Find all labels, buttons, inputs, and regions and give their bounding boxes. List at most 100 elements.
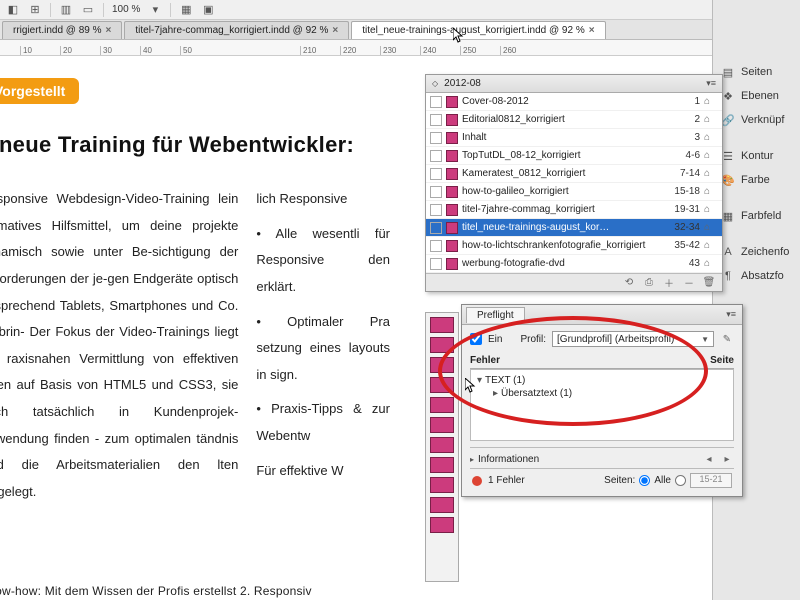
- book-file-row[interactable]: Inhalt3⌂: [426, 129, 722, 147]
- page-thumb[interactable]: [430, 357, 454, 373]
- document-viewport[interactable]: Vorgestellt s neue Training für Webentwi…: [0, 56, 410, 600]
- row-checkbox[interactable]: [430, 96, 442, 108]
- row-checkbox[interactable]: [430, 204, 442, 216]
- print-icon[interactable]: ⎙: [642, 276, 656, 290]
- document-tab[interactable]: rrigiert.indd @ 89 % ×: [2, 21, 122, 39]
- dock-item-character[interactable]: AZeichenfo: [713, 240, 800, 264]
- book-file-list[interactable]: Cover-08-20121⌂Editorial0812_korrigiert2…: [426, 93, 722, 273]
- page-thumb[interactable]: [430, 317, 454, 333]
- error-tree[interactable]: ▾TEXT (1) ▸Übersatztext (1): [470, 369, 734, 441]
- file-name: how-to-lichtschrankenfotografie_korrigie…: [462, 240, 660, 251]
- document-tab[interactable]: titel-7jahre-commag_korrigiert.indd @ 92…: [124, 21, 349, 39]
- dock-item-color[interactable]: 🎨Farbe: [713, 168, 800, 192]
- indesign-file-icon: [446, 132, 458, 144]
- page-thumb[interactable]: [430, 377, 454, 393]
- row-checkbox[interactable]: [430, 168, 442, 180]
- dock-item-pages[interactable]: ▤Seiten: [713, 60, 800, 84]
- indesign-file-icon: [446, 186, 458, 198]
- sync-status-icon: ⌂: [704, 150, 718, 161]
- zoom-value[interactable]: 100 %: [112, 4, 140, 15]
- pages-range-input[interactable]: 15-21: [690, 473, 732, 488]
- page-thumb[interactable]: [430, 457, 454, 473]
- prev-error-icon[interactable]: ◂: [702, 452, 716, 466]
- remove-icon[interactable]: －: [682, 276, 696, 290]
- disclosure-triangle-icon[interactable]: ▸: [470, 455, 474, 464]
- dock-item-links[interactable]: 🔗Verknüpf: [713, 108, 800, 132]
- document-tabs: rrigiert.indd @ 89 % × titel-7jahre-comm…: [0, 20, 800, 40]
- tree-node[interactable]: ▸Übersatztext (1): [477, 387, 727, 400]
- color-icon: 🎨: [721, 173, 735, 187]
- panel-header[interactable]: ◇ 2012-08 ▾≡: [426, 75, 722, 93]
- page-thumb[interactable]: [430, 397, 454, 413]
- row-checkbox[interactable]: [430, 258, 442, 270]
- page-thumb[interactable]: [430, 417, 454, 433]
- info-label[interactable]: Informationen: [478, 454, 539, 465]
- section-badge: Vorgestellt: [0, 78, 79, 104]
- sync-icon[interactable]: ⟲: [622, 276, 636, 290]
- panel-menu-icon[interactable]: ▾≡: [726, 309, 736, 320]
- close-icon[interactable]: ×: [589, 25, 595, 36]
- profile-dropdown[interactable]: [Grundprofil] (Arbeitsprofil) ▼: [552, 331, 714, 347]
- page-range: 3: [660, 132, 704, 143]
- book-file-row[interactable]: how-to-lichtschrankenfotografie_korrigie…: [426, 237, 722, 255]
- grid-icon[interactable]: ▦: [179, 3, 193, 17]
- book-file-row[interactable]: titel_neue-trainings-august_kor…32-34⌂: [426, 219, 722, 237]
- pages-all-radio[interactable]: [639, 475, 650, 486]
- book-file-row[interactable]: TopTutDL_08-12_korrigiert4-6⌂: [426, 147, 722, 165]
- dock-item-paragraph[interactable]: ¶Absatzfo: [713, 264, 800, 288]
- sync-status-icon: ⌂: [704, 186, 718, 197]
- pages-range-radio[interactable]: [675, 475, 686, 486]
- book-file-row[interactable]: how-to-galileo_korrigiert15-18⌂: [426, 183, 722, 201]
- book-file-row[interactable]: Cover-08-20121⌂: [426, 93, 722, 111]
- page-thumb[interactable]: [430, 497, 454, 513]
- chevron-down-icon[interactable]: ▾: [148, 3, 162, 17]
- add-icon[interactable]: ＋: [662, 276, 676, 290]
- next-error-icon[interactable]: ▸: [720, 452, 734, 466]
- row-checkbox[interactable]: [430, 114, 442, 126]
- book-file-row[interactable]: Kameratest_0812_korrigiert7-14⌂: [426, 165, 722, 183]
- row-checkbox[interactable]: [430, 150, 442, 162]
- page-footer-text: Know-how: Mit dem Wissen der Profis erst…: [0, 584, 312, 598]
- close-icon[interactable]: ×: [332, 25, 338, 36]
- book-file-row[interactable]: titel-7jahre-commag_korrigiert19-31⌂: [426, 201, 722, 219]
- panel-title: 2012-08: [444, 78, 481, 89]
- page-thumb[interactable]: [430, 437, 454, 453]
- layers-icon: ❖: [721, 89, 735, 103]
- disclosure-triangle-icon[interactable]: ▾: [477, 375, 485, 386]
- tree-node[interactable]: ▾TEXT (1): [477, 374, 727, 387]
- page-thumb[interactable]: [430, 477, 454, 493]
- row-checkbox[interactable]: [430, 186, 442, 198]
- snap-icon[interactable]: ▣: [201, 3, 215, 17]
- trash-icon[interactable]: 🗑: [702, 276, 716, 290]
- indesign-file-icon: [446, 114, 458, 126]
- panel-menu-icon[interactable]: ▾≡: [706, 78, 716, 89]
- row-checkbox[interactable]: [430, 222, 442, 234]
- tab-preflight[interactable]: Preflight: [466, 307, 525, 323]
- preflight-enabled-checkbox[interactable]: [470, 333, 482, 345]
- dock-item-layers[interactable]: ❖Ebenen: [713, 84, 800, 108]
- row-checkbox[interactable]: [430, 240, 442, 252]
- article-headline: s neue Training für Webentwickler:: [0, 132, 390, 158]
- page-thumbnails[interactable]: [425, 312, 459, 582]
- document-tab[interactable]: titel_neue-trainings-august_korrigiert.i…: [351, 21, 605, 39]
- tool-icon[interactable]: ◧: [6, 3, 20, 17]
- panel-dock: ▤Seiten ❖Ebenen 🔗Verknüpf ☰Kontur 🎨Farbe…: [712, 0, 800, 600]
- text-frame-icon[interactable]: ▭: [81, 3, 95, 17]
- dock-item-stroke[interactable]: ☰Kontur: [713, 144, 800, 168]
- disclosure-triangle-icon[interactable]: ▸: [493, 388, 501, 399]
- tool-icon[interactable]: ⊞: [28, 3, 42, 17]
- page-thumb[interactable]: [430, 517, 454, 533]
- page-thumb[interactable]: [430, 337, 454, 353]
- dock-item-swatches[interactable]: ▦Farbfeld: [713, 204, 800, 228]
- column-icon[interactable]: ▥: [59, 3, 73, 17]
- book-file-row[interactable]: werbung-fotografie-dvd43⌂: [426, 255, 722, 273]
- embed-profile-icon[interactable]: ✎: [720, 332, 734, 346]
- sync-status-icon: ⌂: [704, 222, 718, 233]
- chevron-icon[interactable]: ◇: [432, 79, 438, 88]
- close-icon[interactable]: ×: [106, 25, 112, 36]
- row-checkbox[interactable]: [430, 132, 442, 144]
- page-range: 1: [660, 96, 704, 107]
- file-name: werbung-fotografie-dvd: [462, 258, 660, 269]
- book-file-row[interactable]: Editorial0812_korrigiert2⌂: [426, 111, 722, 129]
- paragraph-icon: ¶: [721, 269, 735, 283]
